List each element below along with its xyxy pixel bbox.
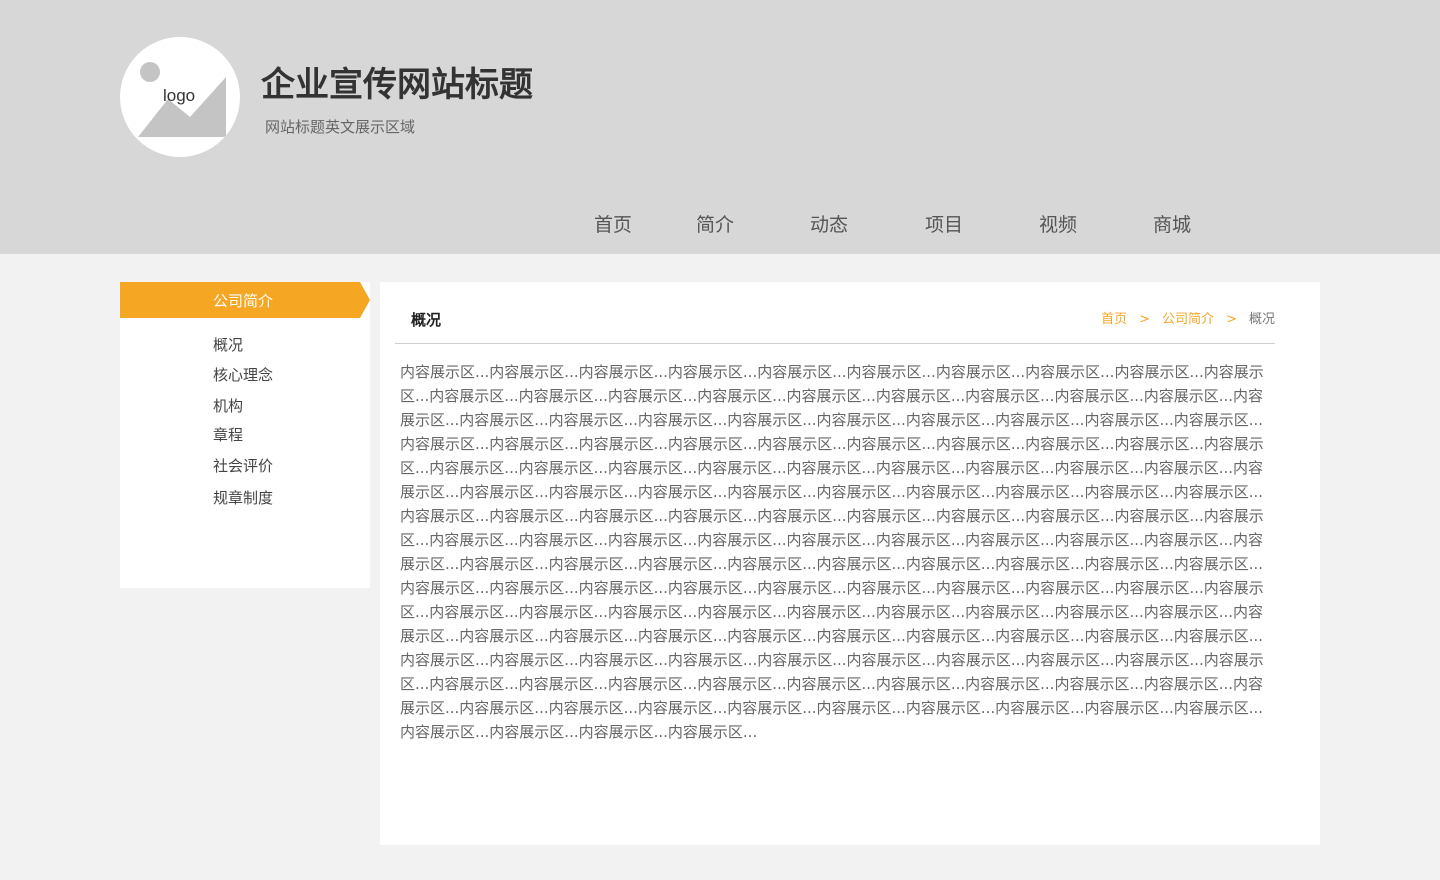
breadcrumb-current: 概况	[1248, 312, 1275, 327]
sidebar-item-overview[interactable]: 概况	[213, 334, 243, 355]
breadcrumb: 首页 > 公司简介 > 概况	[1101, 308, 1275, 327]
sidebar-heading-label: 公司简介	[213, 292, 274, 310]
sidebar-item-core-values[interactable]: 核心理念	[213, 364, 273, 385]
logo[interactable]: logo	[120, 37, 240, 157]
breadcrumb-separator: >	[1139, 312, 1151, 327]
nav-item-home[interactable]: 首页	[594, 210, 632, 237]
nav-item-intro[interactable]: 简介	[696, 210, 734, 237]
breadcrumb-home[interactable]: 首页	[1101, 312, 1127, 327]
main-panel: 概况 首页 > 公司简介 > 概况 内容展示区...内容展示区...内容展示区...内容…	[380, 282, 1320, 845]
nav-item-shop[interactable]: 商城	[1153, 210, 1191, 237]
nav-item-videos[interactable]: 视频	[1039, 210, 1077, 237]
title-divider	[395, 343, 1275, 344]
sidebar-item-organization[interactable]: 机构	[213, 395, 243, 416]
breadcrumb-company-intro[interactable]: 公司简介	[1162, 312, 1214, 327]
sidebar-item-regulations[interactable]: 规章制度	[213, 487, 273, 508]
site-subtitle: 网站标题英文展示区域	[265, 118, 416, 136]
page-title: 概况	[411, 311, 442, 329]
sidebar: 公司简介 概况 核心理念 机构 章程 社会评价 规章制度	[120, 282, 370, 588]
site-title: 企业宣传网站标题	[261, 65, 533, 105]
nav-item-news[interactable]: 动态	[810, 210, 848, 237]
logo-text: logo	[163, 86, 196, 105]
sidebar-item-social-evaluation[interactable]: 社会评价	[213, 455, 273, 476]
nav-item-projects[interactable]: 项目	[925, 210, 963, 237]
breadcrumb-separator: >	[1226, 312, 1237, 327]
sidebar-heading[interactable]: 公司简介	[120, 282, 370, 318]
site-header: logo 企业宣传网站标题 网站标题英文展示区域 首页 简介 动态 项目 视频 …	[0, 0, 1440, 254]
content-text: 内容展示区...内容展示区...内容展示区...内容展示区...内容展示区...…	[400, 363, 1264, 741]
sidebar-item-charter[interactable]: 章程	[213, 424, 243, 445]
